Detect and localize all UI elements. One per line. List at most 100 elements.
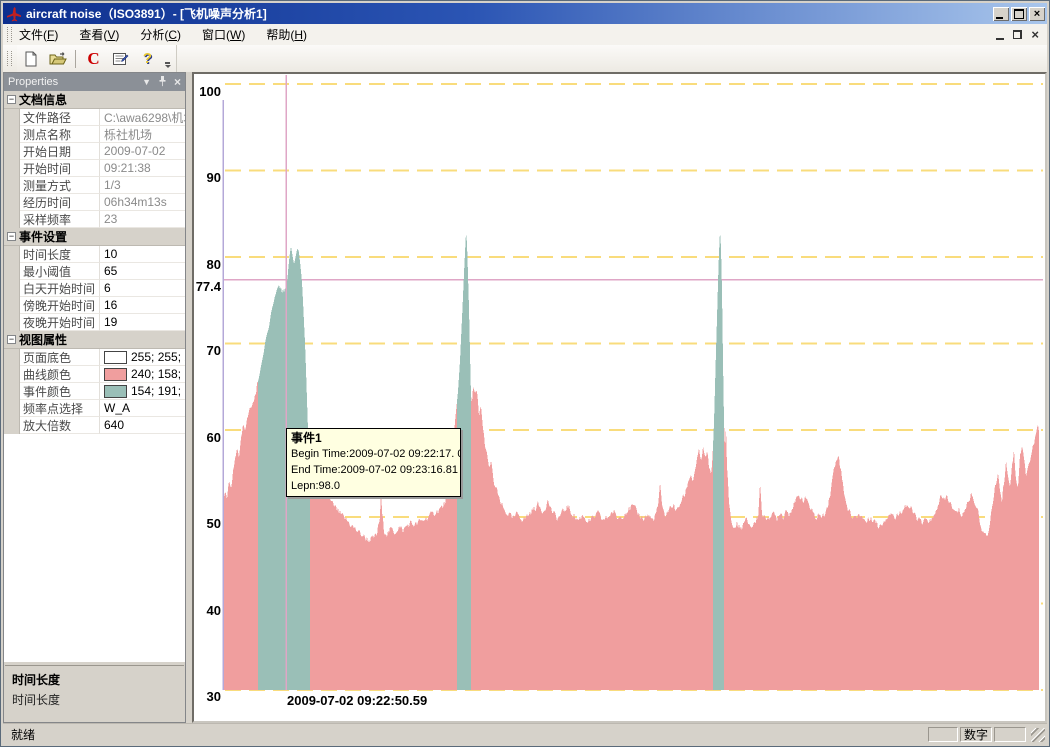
property-row[interactable]: 开始时间09:21:38 bbox=[4, 160, 185, 177]
property-group-label: 事件设置 bbox=[19, 228, 67, 245]
property-row[interactable]: 测量方式1/3 bbox=[4, 177, 185, 194]
property-value[interactable]: 255; 255; 255 bbox=[100, 349, 185, 366]
property-value[interactable]: 640 bbox=[100, 417, 185, 434]
convert-c-button[interactable]: C bbox=[81, 47, 106, 70]
property-row[interactable]: 时间长度10 bbox=[4, 246, 185, 263]
event-tooltip-title: 事件1 bbox=[291, 431, 456, 446]
property-row[interactable]: 夜晚开始时间19 bbox=[4, 314, 185, 331]
property-row[interactable]: 经历时间06h34m13s bbox=[4, 194, 185, 211]
collapse-icon[interactable]: − bbox=[7, 335, 16, 344]
property-value[interactable]: 06h34m13s bbox=[100, 194, 185, 211]
color-swatch bbox=[104, 351, 127, 364]
property-label: 最小阈值 bbox=[20, 263, 100, 280]
properties-icon bbox=[112, 51, 129, 67]
event-region[interactable] bbox=[713, 231, 724, 690]
y-tick-label: 60 bbox=[194, 431, 221, 445]
title-bar: aircraft noise（ISO3891）- [飞机噪声分析1] × bbox=[3, 3, 1047, 24]
property-value[interactable]: 240; 158; 158 bbox=[100, 366, 185, 383]
property-row[interactable]: 白天开始时间6 bbox=[4, 280, 185, 297]
property-label: 测量方式 bbox=[20, 177, 100, 194]
property-row[interactable]: 放大倍数640 bbox=[4, 417, 185, 434]
property-value[interactable]: 23 bbox=[100, 211, 185, 228]
property-group-label: 文档信息 bbox=[19, 91, 67, 108]
property-label: 白天开始时间 bbox=[20, 280, 100, 297]
pin-icon[interactable] bbox=[158, 76, 167, 89]
property-value[interactable]: 10 bbox=[100, 246, 185, 263]
property-group-label: 视图属性 bbox=[19, 331, 67, 348]
open-file-button[interactable] bbox=[45, 47, 70, 70]
property-value[interactable]: W_A bbox=[100, 400, 185, 417]
panel-dropdown-icon[interactable]: ▼ bbox=[142, 77, 151, 87]
row-gutter bbox=[4, 194, 20, 211]
property-group-header[interactable]: −事件设置 bbox=[4, 228, 185, 246]
row-gutter bbox=[4, 366, 20, 383]
property-value[interactable]: 65 bbox=[100, 263, 185, 280]
property-label: 傍晚开始时间 bbox=[20, 297, 100, 314]
row-gutter bbox=[4, 263, 20, 280]
row-gutter bbox=[4, 160, 20, 177]
toolbar-grip[interactable] bbox=[7, 51, 12, 66]
property-label: 经历时间 bbox=[20, 194, 100, 211]
toolbar-overflow-button[interactable] bbox=[161, 45, 174, 72]
noise-chart[interactable]: 100908077.47060504030 2009-07-02 09:22:5… bbox=[194, 74, 1045, 721]
property-value[interactable]: 154; 191; 183 bbox=[100, 383, 185, 400]
menu-item-W[interactable]: 窗口(W) bbox=[200, 23, 247, 46]
property-value[interactable]: 2009-07-02 bbox=[100, 143, 185, 160]
menu-item-H[interactable]: 帮助(H) bbox=[264, 23, 309, 46]
event-tooltip-line: Lepn:98.0 bbox=[291, 478, 456, 494]
properties-button[interactable] bbox=[108, 47, 133, 70]
row-gutter bbox=[4, 383, 20, 400]
property-row[interactable]: 页面底色255; 255; 255 bbox=[4, 349, 185, 366]
property-value[interactable]: 1/3 bbox=[100, 177, 185, 194]
property-row[interactable]: 事件颜色154; 191; 183 bbox=[4, 383, 185, 400]
collapse-icon[interactable]: − bbox=[7, 95, 16, 104]
property-value[interactable]: 6 bbox=[100, 280, 185, 297]
property-label: 页面底色 bbox=[20, 349, 100, 366]
property-label: 夜晚开始时间 bbox=[20, 314, 100, 331]
property-value[interactable]: 19 bbox=[100, 314, 185, 331]
property-row[interactable]: 开始日期2009-07-02 bbox=[4, 143, 185, 160]
property-row[interactable]: 频率点选择W_A bbox=[4, 400, 185, 417]
property-group-header[interactable]: −文档信息 bbox=[4, 91, 185, 109]
color-swatch bbox=[104, 385, 127, 398]
property-row[interactable]: 文件路径C:\awa6298\机场 bbox=[4, 109, 185, 126]
property-row[interactable]: 最小阈值65 bbox=[4, 263, 185, 280]
menu-item-F[interactable]: 文件(F) bbox=[17, 23, 60, 46]
property-group-header[interactable]: −视图属性 bbox=[4, 331, 185, 349]
property-row[interactable]: 曲线颜色240; 158; 158 bbox=[4, 366, 185, 383]
panel-close-icon[interactable]: × bbox=[174, 75, 181, 89]
maximize-button[interactable] bbox=[1011, 7, 1027, 21]
mdi-close-button[interactable]: × bbox=[1031, 29, 1039, 41]
row-gutter bbox=[4, 280, 20, 297]
menu-item-C[interactable]: 分析(C) bbox=[138, 23, 183, 46]
property-row[interactable]: 测点名称栎社机场 bbox=[4, 126, 185, 143]
close-button[interactable]: × bbox=[1029, 7, 1045, 21]
new-document-button[interactable] bbox=[18, 47, 43, 70]
cursor-time-label: 2009-07-02 09:22:50.59 bbox=[287, 693, 427, 708]
event-tooltip-lines: Begin Time:2009-07-02 09:22:17. 0End Tim… bbox=[291, 446, 456, 494]
property-value[interactable]: 09:21:38 bbox=[100, 160, 185, 177]
properties-grid: −文档信息文件路径C:\awa6298\机场测点名称栎社机场开始日期2009-0… bbox=[4, 91, 185, 662]
num-lock-indicator: 数字 bbox=[960, 727, 992, 742]
properties-panel-title: Properties bbox=[8, 76, 58, 88]
mdi-minimize-button[interactable] bbox=[996, 30, 1004, 40]
properties-panel-header: Properties ▼ × bbox=[4, 73, 185, 91]
property-value[interactable]: 栎社机场 bbox=[100, 126, 185, 143]
property-row[interactable]: 采样频率23 bbox=[4, 211, 185, 228]
y-tick-label: 70 bbox=[194, 344, 221, 358]
status-panel-1 bbox=[928, 727, 958, 742]
menu-bar-row: 文件(F) 查看(V) 分析(C) 窗口(W) 帮助(H) × bbox=[3, 24, 1047, 45]
mdi-restore-button[interactable] bbox=[1013, 30, 1022, 39]
minimize-button[interactable] bbox=[993, 7, 1009, 21]
property-row[interactable]: 傍晚开始时间16 bbox=[4, 297, 185, 314]
property-value[interactable]: C:\awa6298\机场 bbox=[100, 109, 185, 126]
menu-item-V[interactable]: 查看(V) bbox=[77, 23, 121, 46]
toolbar-chunk: C ? bbox=[17, 45, 176, 72]
resize-grip[interactable] bbox=[1031, 728, 1045, 742]
toolbar-separator bbox=[75, 50, 76, 68]
property-label: 放大倍数 bbox=[20, 417, 100, 434]
property-value[interactable]: 16 bbox=[100, 297, 185, 314]
menu-grip[interactable] bbox=[7, 27, 12, 42]
collapse-icon[interactable]: − bbox=[7, 232, 16, 241]
help-button[interactable]: ? bbox=[135, 47, 160, 70]
